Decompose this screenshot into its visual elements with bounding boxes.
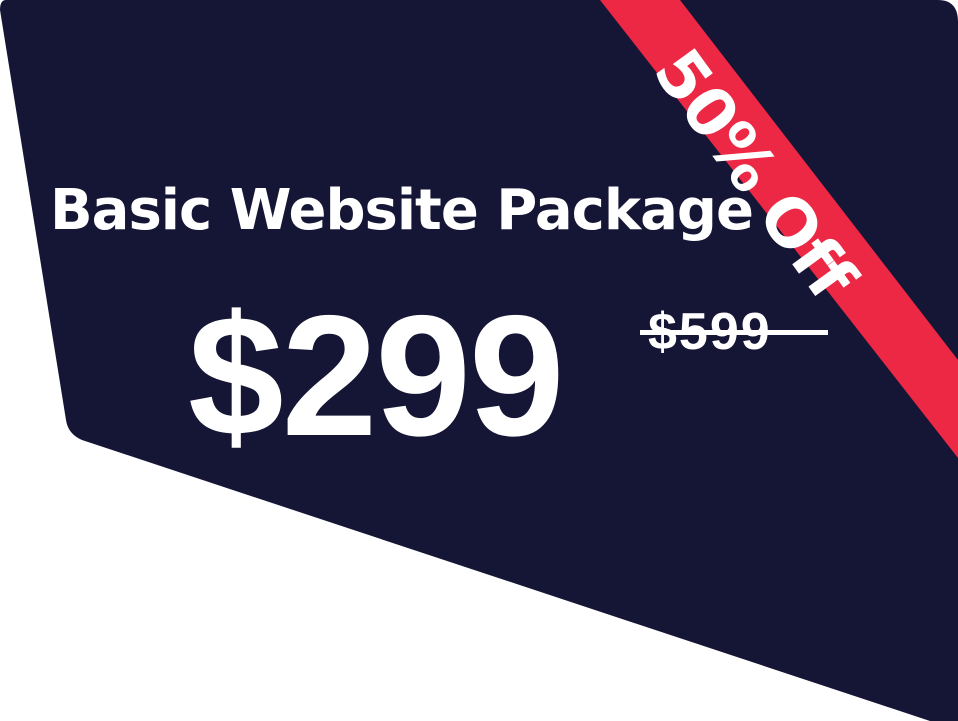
original-price-strikethrough <box>640 330 828 335</box>
pricing-card: Basic Website Package $299 $599 50% Off <box>0 0 958 721</box>
package-title: Basic Website Package <box>50 178 754 243</box>
current-price: $299 <box>188 280 565 472</box>
